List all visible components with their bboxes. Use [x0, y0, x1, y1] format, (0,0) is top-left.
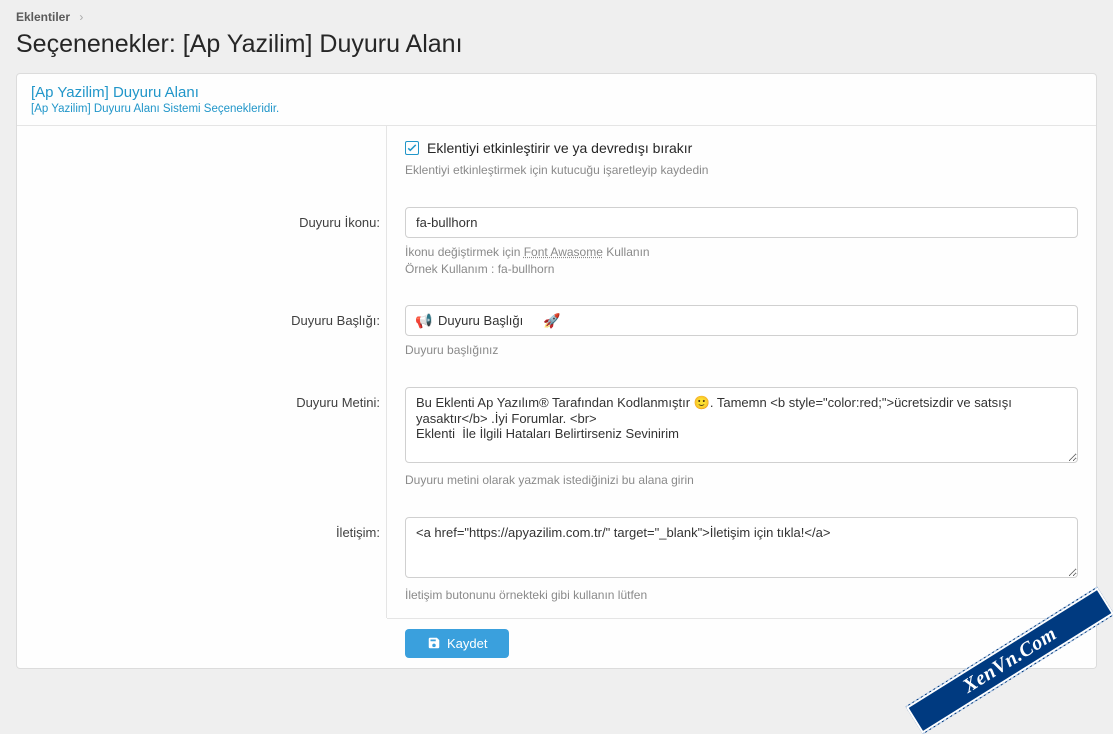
options-panel: [Ap Yazilim] Duyuru Alanı [Ap Yazilim] D… — [16, 73, 1097, 669]
panel-title[interactable]: [Ap Yazilim] Duyuru Alanı — [31, 84, 1082, 101]
label-title: Duyuru Başlığı: — [17, 291, 387, 373]
enable-plugin-label: Eklentiyi etkinleştirir ve ya devredışı … — [427, 140, 692, 156]
save-icon — [427, 636, 441, 650]
panel-header: [Ap Yazilim] Duyuru Alanı [Ap Yazilim] D… — [17, 74, 1096, 126]
label-body: Duyuru Metini: — [17, 373, 387, 503]
save-button-label: Kaydet — [447, 636, 487, 651]
chevron-right-icon: › — [79, 10, 83, 24]
page-title: Seçenenekler: [Ap Yazilim] Duyuru Alanı — [16, 30, 1097, 59]
font-awesome-link[interactable]: Font Awasome — [524, 245, 603, 259]
enable-plugin-checkbox[interactable]: Eklentiyi etkinleştirir ve ya devredışı … — [405, 140, 1078, 156]
save-button[interactable]: Kaydet — [405, 629, 509, 658]
contact-textarea[interactable] — [405, 517, 1078, 578]
label-contact: İletişim: — [17, 503, 387, 618]
label-icon: Duyuru İkonu: — [17, 193, 387, 292]
enable-hint: Eklentiyi etkinleştirmek için kutucuğu i… — [405, 162, 1078, 179]
breadcrumb: Eklentiler › — [16, 8, 1097, 30]
icon-hint: İkonu değiştirmek için Font Awasome Kull… — [405, 244, 1078, 261]
panel-description: [Ap Yazilim] Duyuru Alanı Sistemi Seçene… — [31, 103, 1082, 115]
label-enable — [17, 126, 387, 193]
breadcrumb-item[interactable]: Eklentiler — [16, 10, 70, 24]
check-icon — [405, 141, 419, 155]
title-hint: Duyuru başlığınız — [405, 342, 1078, 359]
announcement-body-textarea[interactable] — [405, 387, 1078, 463]
contact-hint: İletişim butonunu örnekteki gibi kullanı… — [405, 587, 1078, 604]
announcement-icon-input[interactable] — [405, 207, 1078, 238]
body-hint: Duyuru metini olarak yazmak istediğinizi… — [405, 472, 1078, 489]
icon-hint-2: Örnek Kullanım : fa-bullhorn — [405, 261, 1078, 278]
announcement-title-input[interactable] — [405, 305, 1078, 336]
